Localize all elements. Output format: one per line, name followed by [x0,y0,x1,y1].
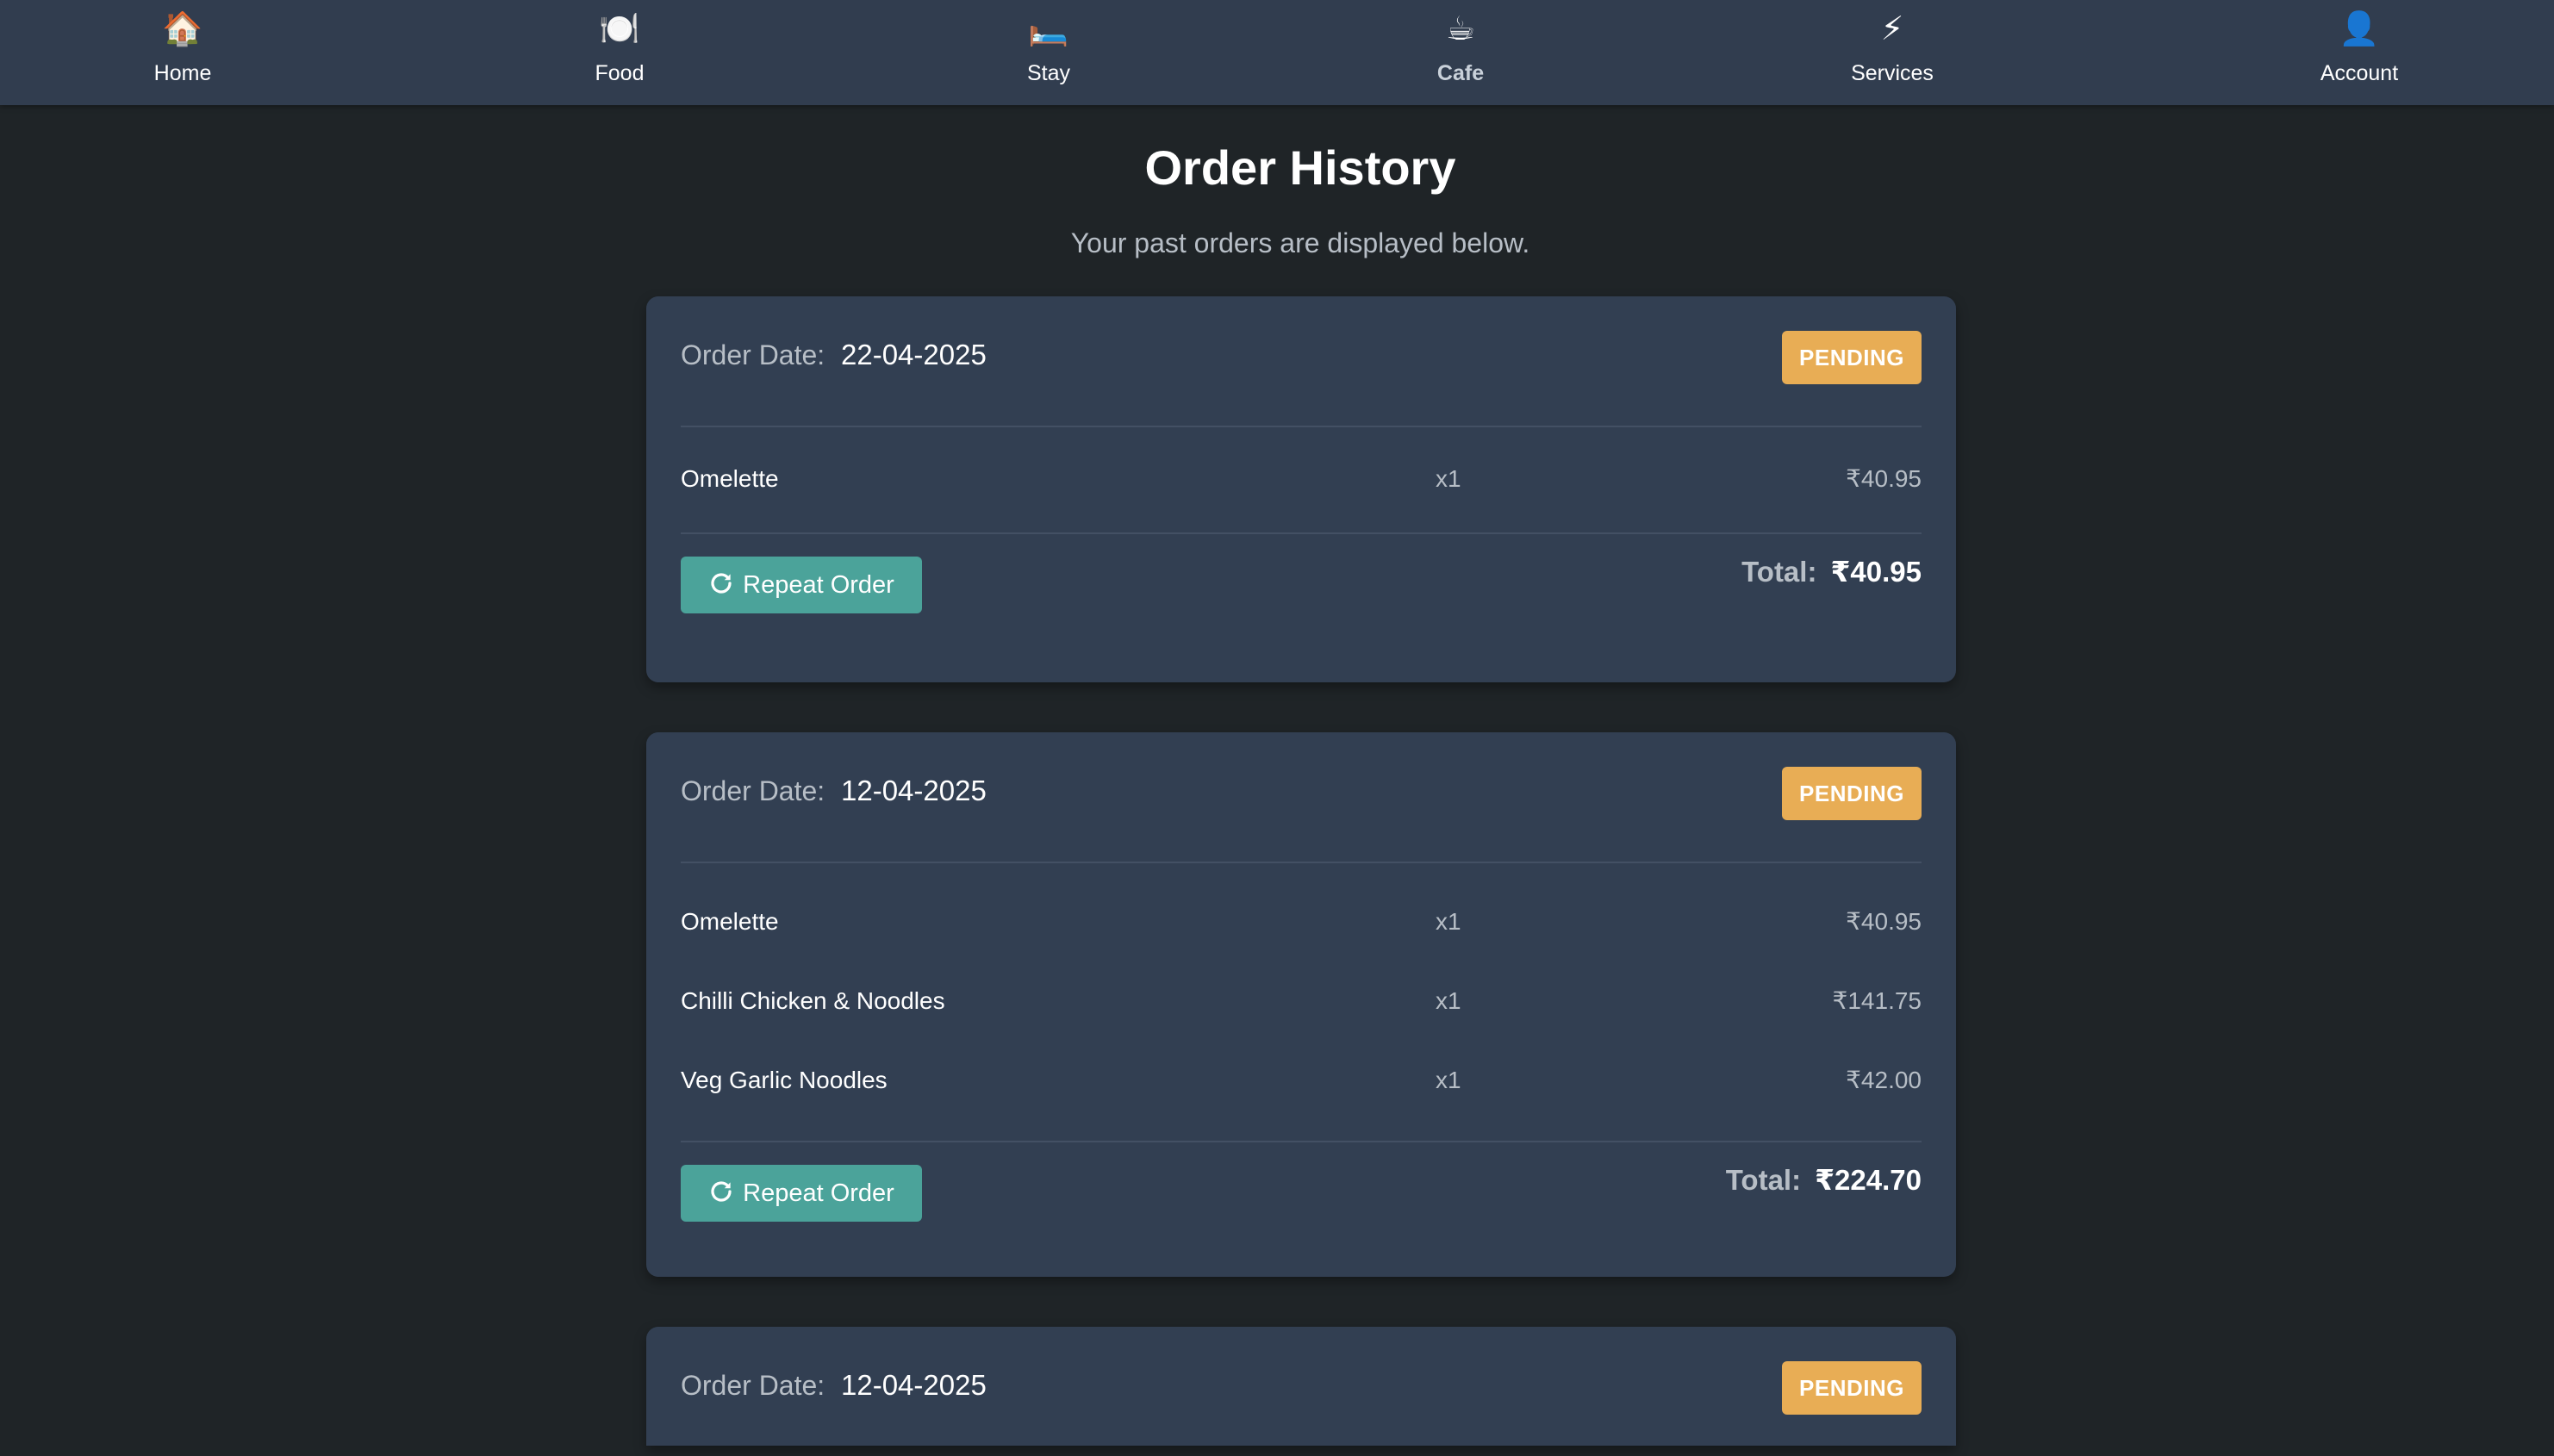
item-name: Omelette [681,908,779,935]
item-name: Omelette [681,465,779,492]
status-badge: PENDING [1782,1361,1922,1415]
order-card: Order Date: 22-04-2025 PENDING Omelette … [646,296,1956,682]
order-items: Omelette x1 ₹40.95 Chilli Chicken & Nood… [681,863,1922,1142]
page-subtitle: Your past orders are displayed below. [1070,227,1530,258]
nav-item-services[interactable]: ⚡ Services [1780,0,2004,105]
item-price: ₹40.95 [1846,908,1922,935]
order-item-row: Chilli Chicken & Noodles x1 ₹141.75 [681,961,1922,1041]
order-card: Order Date: 12-04-2025 PENDING [646,1327,1956,1446]
refresh-icon [711,1181,732,1202]
order-date: 12-04-2025 [841,775,987,806]
repeat-order-label: Repeat Order [743,1179,894,1207]
plate-icon: 🍽️ [599,11,640,47]
order-date-label: Order Date: [681,339,825,370]
item-quantity: x1 [1436,465,1461,492]
order-items: Omelette x1 ₹40.95 [681,427,1922,534]
order-date: 22-04-2025 [841,339,987,370]
nav-label-food: Food [595,61,645,85]
order-item-row: Omelette x1 ₹40.95 [681,882,1922,961]
item-name: Chilli Chicken & Noodles [681,987,945,1014]
nav-label-account: Account [2320,61,2399,85]
item-price: ₹141.75 [1832,987,1922,1014]
order-date-label: Order Date: [681,775,825,806]
nav-item-food[interactable]: 🍽️ Food [508,0,732,105]
item-quantity: x1 [1436,908,1461,935]
status-badge: PENDING [1782,331,1922,384]
order-header: Order Date: 22-04-2025 PENDING [681,296,1922,427]
order-card: Order Date: 12-04-2025 PENDING Omelette … [646,732,1956,1277]
nav-item-home[interactable]: 🏠 Home [71,0,295,105]
total-label: Total: [1741,556,1817,588]
nav-item-stay[interactable]: 🛏️ Stay [937,0,1161,105]
item-quantity: x1 [1436,1067,1461,1093]
item-price: ₹42.00 [1846,1067,1922,1093]
status-badge: PENDING [1782,767,1922,820]
repeat-order-button[interactable]: Repeat Order [681,1165,922,1222]
order-header: Order Date: 12-04-2025 PENDING [681,1327,1922,1456]
order-total: Total: ₹40.95 [1741,555,1922,589]
home-icon: 🏠 [162,11,203,47]
user-icon: 👤 [2339,11,2380,47]
order-footer: Repeat Order Total: ₹40.95 [681,534,1922,679]
nav-label-home: Home [153,61,212,85]
nav-label-services: Services [1851,61,1934,85]
nav-label-stay: Stay [1026,61,1071,85]
item-price: ₹40.95 [1846,465,1922,492]
bed-icon: 🛏️ [1028,11,1069,47]
item-name: Veg Garlic Noodles [681,1067,888,1093]
order-header: Order Date: 12-04-2025 PENDING [681,732,1922,863]
nav-item-cafe[interactable]: ☕ Cafe [1349,0,1573,105]
top-nav: 🏠 Home 🍽️ Food 🛏️ Stay ☕ Cafe ⚡ Services… [0,0,2554,105]
refresh-icon [711,573,732,594]
page-title: Order History [1144,140,1456,195]
total-label: Total: [1725,1164,1802,1196]
lightning-icon: ⚡ [1880,11,1904,47]
total-value: ₹224.70 [1815,1164,1922,1196]
nav-item-account[interactable]: 👤 Account [2247,0,2471,105]
order-item-row: Veg Garlic Noodles x1 ₹42.00 [681,1041,1922,1120]
item-quantity: x1 [1436,987,1461,1014]
order-item-row: Omelette x1 ₹40.95 [681,427,1922,532]
order-date: 12-04-2025 [841,1369,987,1401]
coffee-icon: ☕ [1445,11,1476,47]
repeat-order-button[interactable]: Repeat Order [681,557,922,613]
order-date-label: Order Date: [681,1370,825,1401]
total-value: ₹40.95 [1830,556,1922,588]
order-total: Total: ₹224.70 [1726,1163,1922,1198]
nav-label-cafe: Cafe [1436,61,1485,85]
repeat-order-label: Repeat Order [743,571,894,599]
order-footer: Repeat Order Total: ₹224.70 [681,1142,1922,1287]
